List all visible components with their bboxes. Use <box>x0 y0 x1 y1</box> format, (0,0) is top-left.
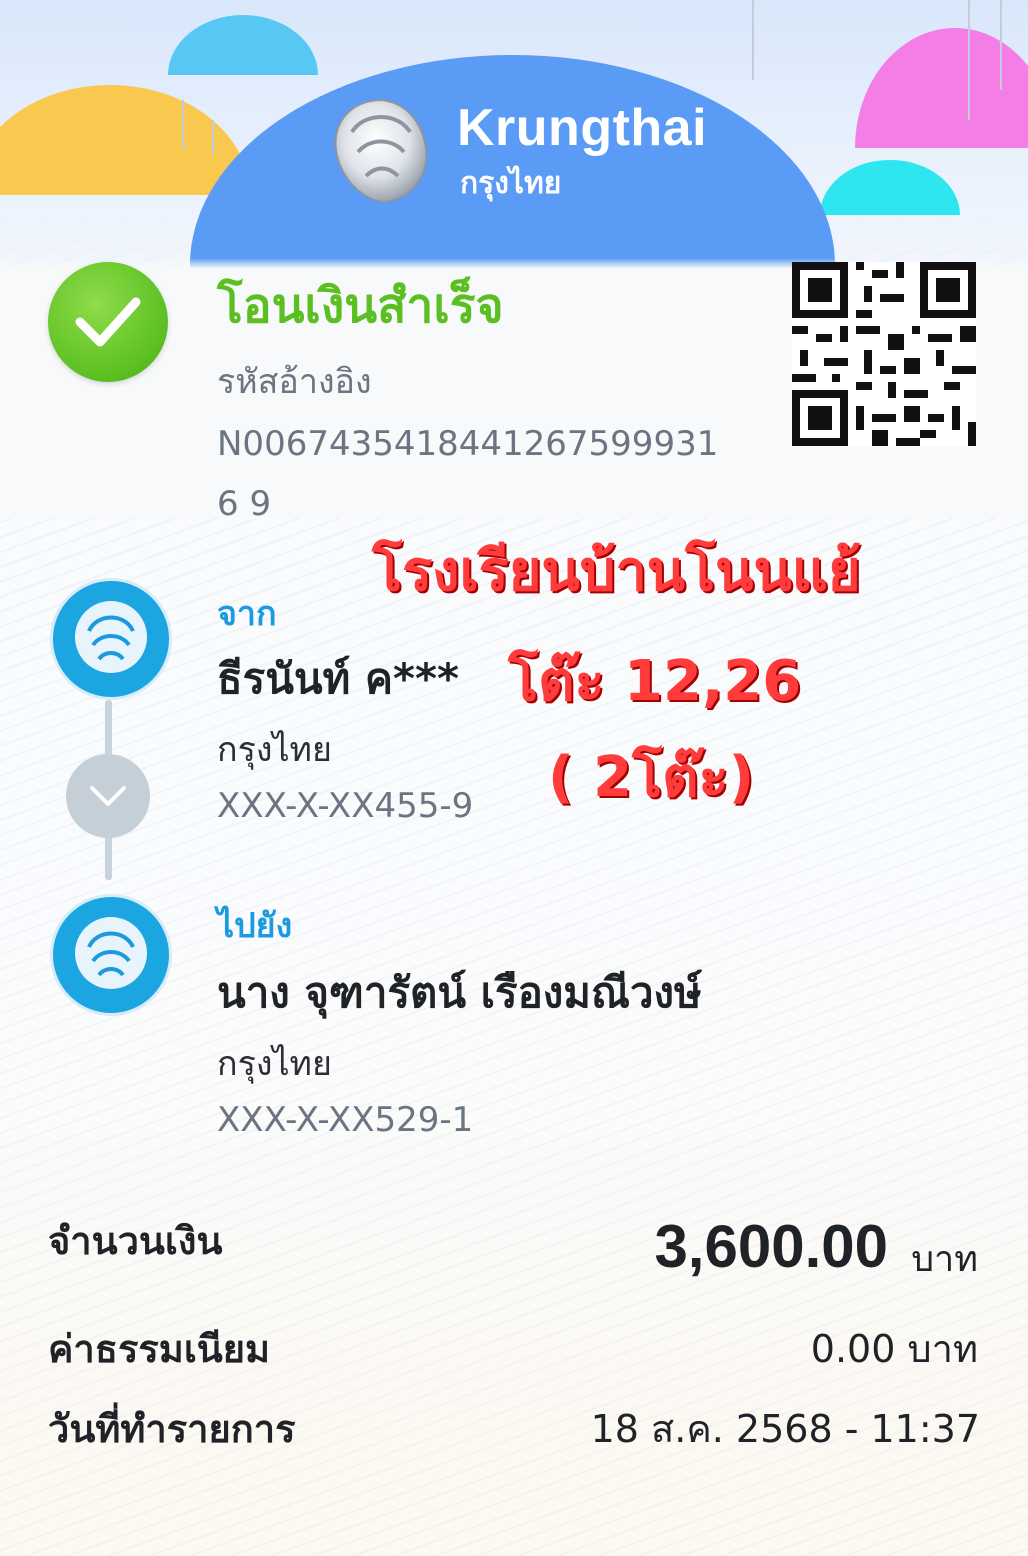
recipient-bank: กรุงไทย <box>217 1044 332 1084</box>
handwritten-note-line-1: โรงเรียนบ้านโนนแย้ <box>372 539 861 604</box>
handwritten-note-line-3: ( 2โต๊ะ) <box>548 745 755 810</box>
chevron-down-icon[interactable] <box>66 754 150 838</box>
sender-account: XXX-X-XX455-9 <box>217 786 474 826</box>
reference-label: รหัสอ้างอิง <box>217 362 372 402</box>
brand-name-english: Krungthai <box>457 99 708 157</box>
to-label: ไปยัง <box>217 906 293 946</box>
rain-line-decoration <box>182 100 184 150</box>
rain-line-decoration <box>1000 0 1002 90</box>
transfer-status-title: โอนเงินสำเร็จ <box>217 278 504 334</box>
recipient-account: XXX-X-XX529-1 <box>217 1100 474 1140</box>
krungthai-garuda-icon <box>50 578 172 700</box>
amount-unit: บาท <box>911 1239 978 1280</box>
from-label: จาก <box>217 594 277 634</box>
amount-value: 3,600.00 <box>654 1213 888 1280</box>
fee-value: 0.00 บาท <box>810 1327 978 1371</box>
rain-line-decoration <box>752 0 754 80</box>
amount-label: จำนวนเงิน <box>48 1219 223 1263</box>
sender-bank: กรุงไทย <box>217 730 332 770</box>
rain-line-decoration <box>212 120 214 155</box>
sender-name: ธีรนันท์ ค*** <box>217 654 459 703</box>
qr-code-icon <box>792 262 976 446</box>
reference-number: N00674354184412675999316 9 <box>217 424 719 524</box>
brand-name-thai: กรุงไทย <box>460 166 562 201</box>
krungthai-logo-icon <box>322 92 440 210</box>
rain-line-decoration <box>968 0 970 120</box>
krungthai-garuda-icon <box>50 894 172 1016</box>
check-icon <box>48 262 168 382</box>
fee-label: ค่าธรรมเนียม <box>48 1327 271 1371</box>
transaction-date-value: 18 ส.ค. 2568 - 11:37 <box>590 1407 980 1451</box>
transaction-date-label: วันที่ทำรายการ <box>48 1407 296 1451</box>
recipient-name: นาง จุฑารัตน์ เรืองมณีวงษ์ <box>217 968 702 1017</box>
handwritten-note-line-2: โต๊ะ 12,26 <box>508 649 802 714</box>
